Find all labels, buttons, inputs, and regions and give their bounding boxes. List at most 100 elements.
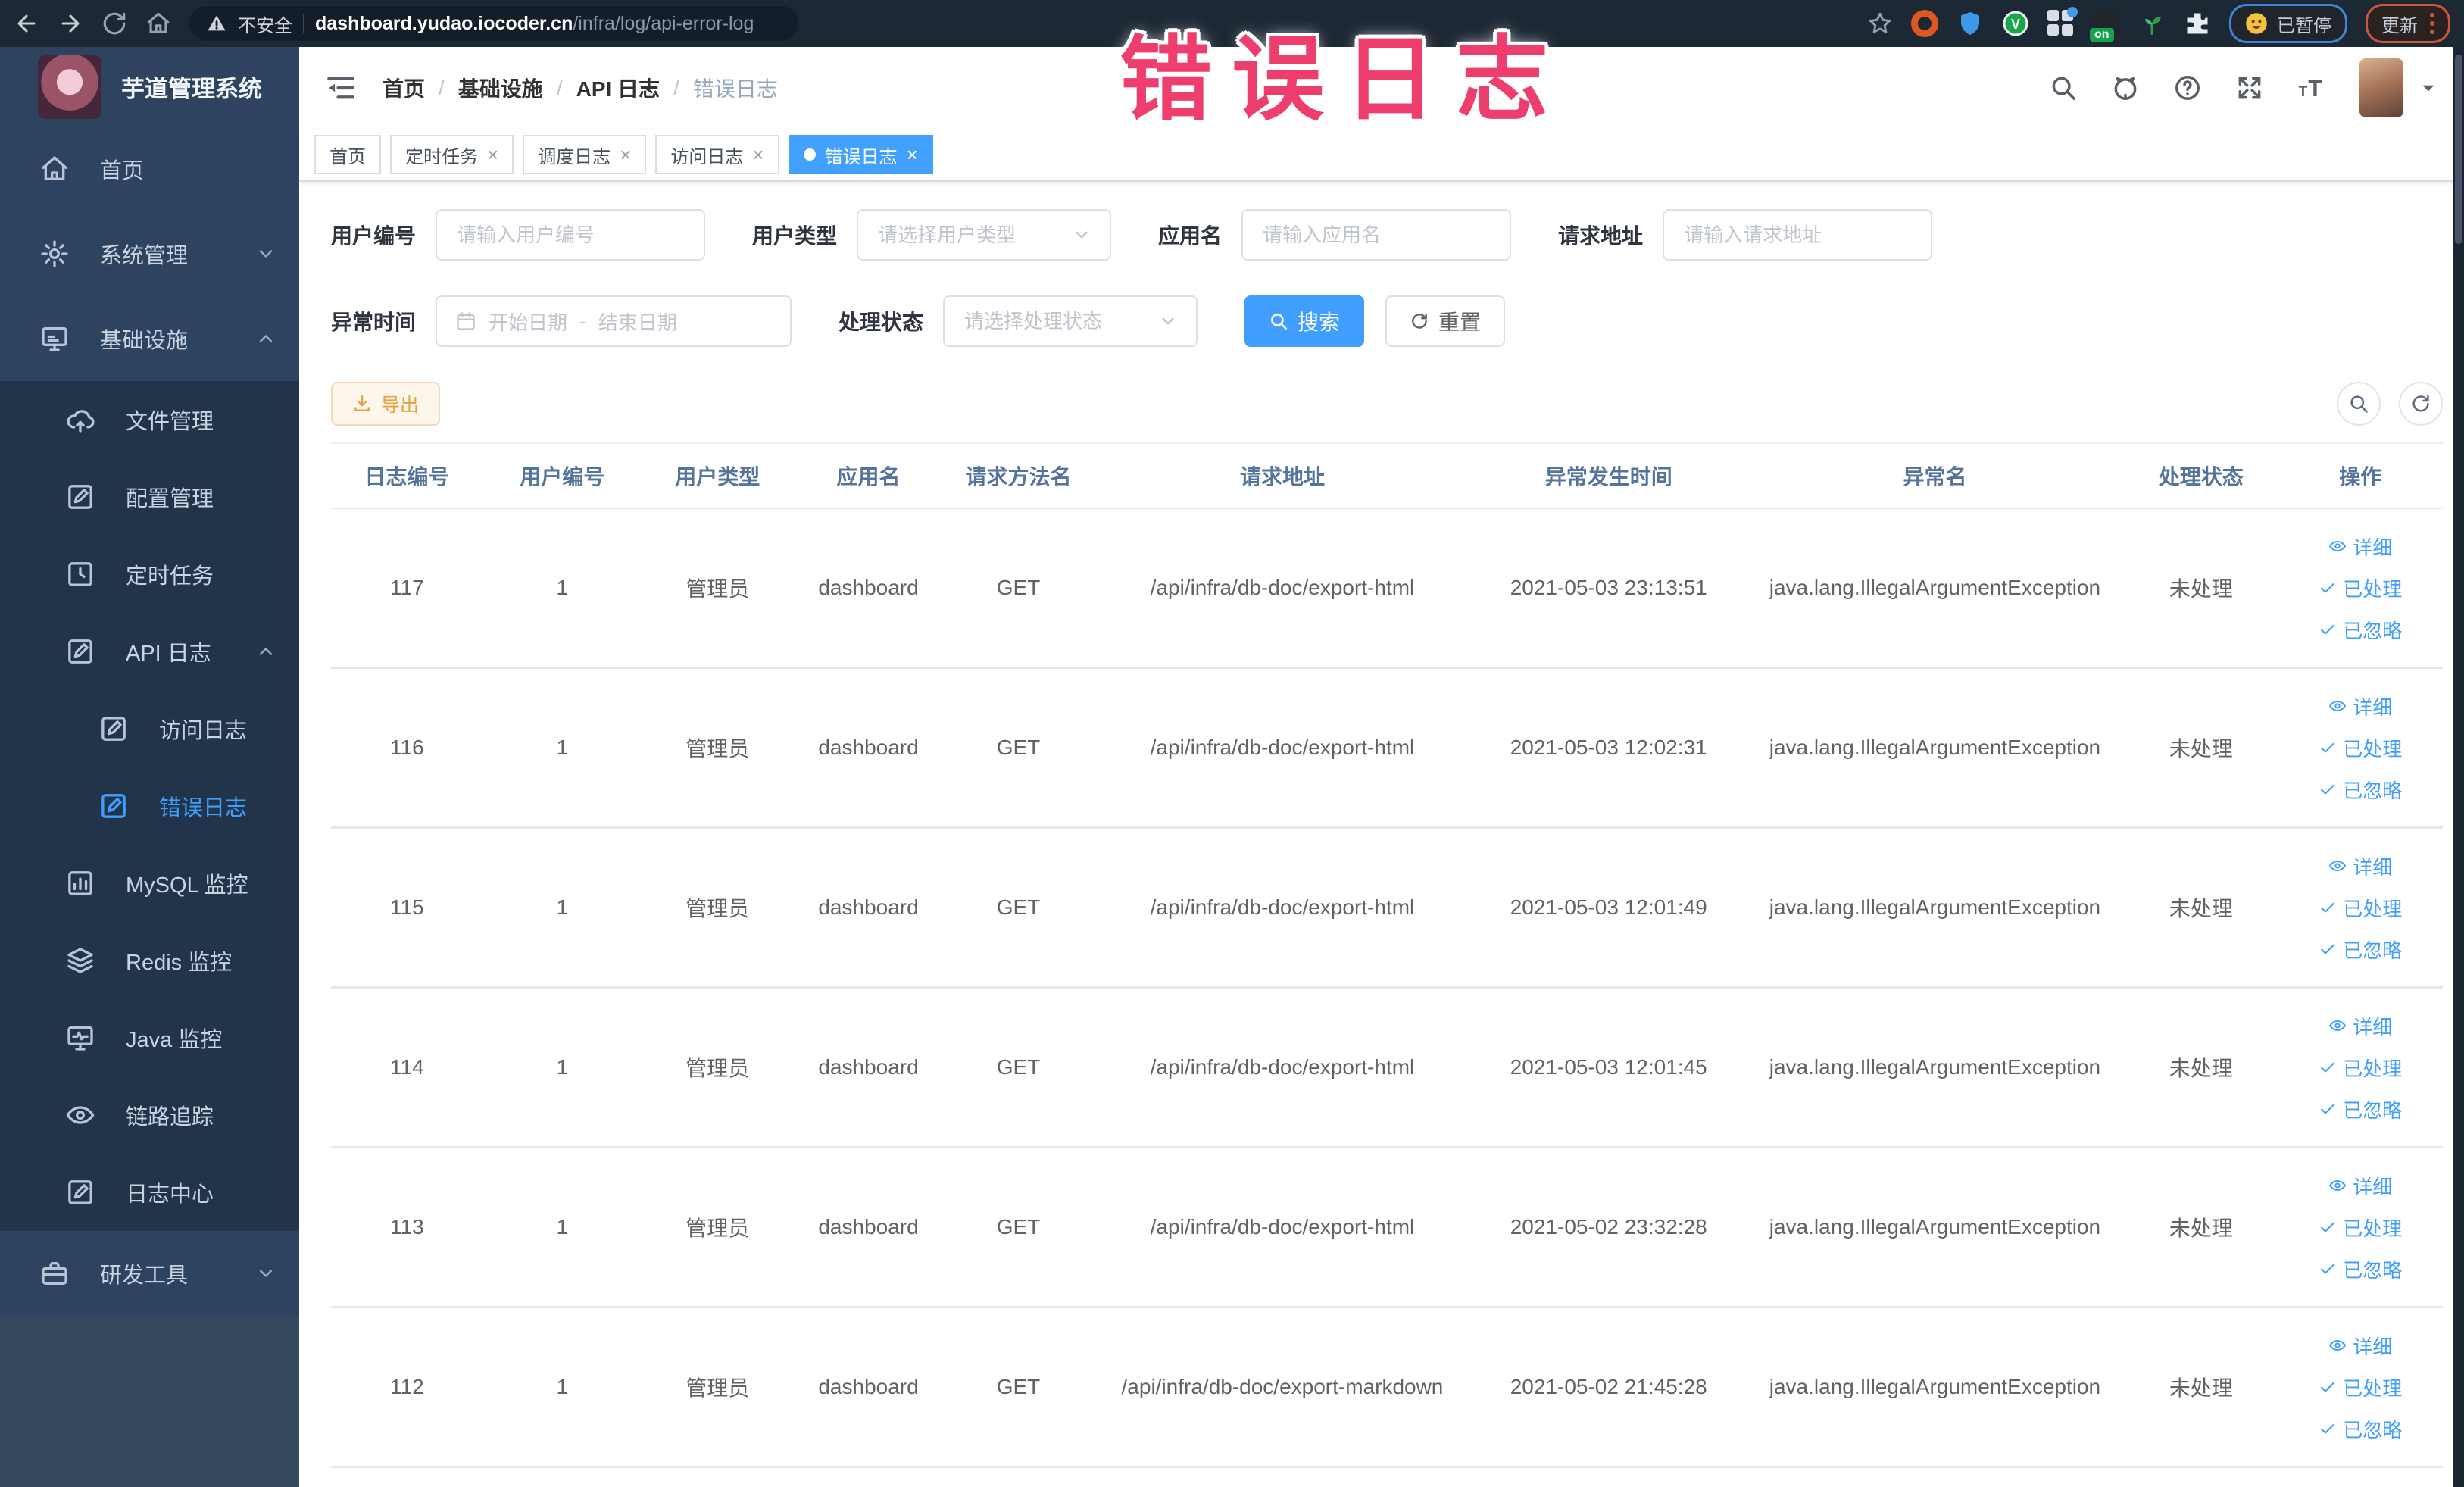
caret-down-icon[interactable]	[2419, 78, 2438, 98]
close-icon[interactable]: ×	[752, 145, 764, 164]
mark-ignored-link[interactable]: 已忽略	[2319, 936, 2402, 964]
tab-schedule-log[interactable]: 调度日志 ×	[523, 135, 647, 174]
profile-paused-badge[interactable]: 已暂停	[2229, 4, 2347, 43]
sidebar-item-java-monitor[interactable]: Java 监控	[0, 999, 299, 1076]
sidebar-item-file-management[interactable]: 文件管理	[0, 381, 299, 458]
browser-forward-icon[interactable]	[58, 11, 83, 36]
cell-user-type: 管理员	[641, 827, 794, 989]
col-status: 处理状态	[2123, 442, 2278, 509]
close-icon[interactable]: ×	[620, 145, 631, 164]
sidebar-item-label: 链路追踪	[126, 1105, 214, 1129]
mark-ignored-link[interactable]: 已忽略	[2319, 1255, 2402, 1283]
sidebar-item-infrastructure[interactable]: 基础设施	[0, 296, 299, 381]
mark-processed-link[interactable]: 已处理	[2319, 734, 2402, 762]
detail-link[interactable]: 详细	[2328, 1012, 2392, 1040]
tab-scheduled-jobs[interactable]: 定时任务 ×	[390, 135, 514, 174]
search-button[interactable]: 搜索	[1244, 295, 1365, 347]
browser-back-icon[interactable]	[14, 11, 39, 36]
user-avatar[interactable]	[2359, 58, 2403, 117]
breadcrumb-api-log[interactable]: API 日志	[576, 73, 660, 103]
breadcrumb-home[interactable]: 首页	[383, 73, 425, 103]
sidebar-item-mysql-monitor[interactable]: MySQL 监控	[0, 845, 299, 922]
cell-exception-name: java.lang.IllegalArgumentException	[1745, 508, 2124, 669]
user-id-input[interactable]	[455, 222, 686, 248]
request-url-input[interactable]	[1682, 222, 1913, 248]
help-icon[interactable]	[2173, 73, 2202, 102]
tab-access-log[interactable]: 访问日志 ×	[655, 135, 779, 174]
user-type-select[interactable]	[857, 209, 1112, 261]
navbar: 首页 / 基础设施 / API 日志 / 错误日志 TT	[299, 47, 2464, 129]
page-content: 用户编号 用户类型 应用名	[299, 182, 2464, 1487]
mark-processed-link[interactable]: 已处理	[2319, 1054, 2402, 1082]
tab-error-log[interactable]: 错误日志 ×	[788, 135, 933, 174]
fullscreen-icon[interactable]	[2235, 73, 2264, 102]
sidebar-item-redis-monitor[interactable]: Redis 监控	[0, 922, 299, 999]
sidebar-item-system-management[interactable]: 系统管理	[0, 211, 299, 296]
cell-user-type: 管理员	[641, 667, 794, 829]
cell-user-id: 1	[482, 987, 642, 1148]
app-name-input[interactable]	[1261, 222, 1492, 248]
close-icon[interactable]: ×	[907, 145, 918, 164]
scrollbar-thumb[interactable]	[2455, 55, 2462, 244]
mark-ignored-link[interactable]: 已忽略	[2319, 616, 2402, 644]
extension-icon-grid[interactable]	[2047, 7, 2078, 37]
check-icon	[2319, 739, 2337, 757]
sidebar-item-home[interactable]: 首页	[0, 127, 299, 211]
date-range-picker[interactable]: 开始日期 - 结束日期	[436, 295, 792, 347]
mark-processed-link[interactable]: 已处理	[2319, 894, 2402, 922]
sidebar-item-scheduled-jobs[interactable]: 定时任务	[0, 536, 299, 613]
sidebar-item-api-log[interactable]: API 日志	[0, 613, 299, 690]
sidebar-item-dev-tools[interactable]: 研发工具	[0, 1231, 299, 1316]
sidebar-item-access-log[interactable]: 访问日志	[0, 690, 299, 767]
mark-ignored-link[interactable]: 已忽略	[2319, 776, 2402, 804]
process-status-select-input[interactable]	[963, 308, 1159, 334]
job-icon	[65, 559, 95, 589]
address-bar[interactable]: 不安全 dashboard.yudao.iocoder.cn/infra/log…	[189, 6, 798, 41]
sidebar-item-log-center[interactable]: 日志中心	[0, 1154, 299, 1231]
cell-log-id: 116	[331, 667, 483, 829]
bookmark-star-icon[interactable]	[1867, 11, 1893, 36]
sidebar-item-trace[interactable]: 链路追踪	[0, 1076, 299, 1154]
request-url-input-wrap	[1663, 209, 1933, 261]
mark-processed-link[interactable]: 已处理	[2319, 1373, 2402, 1401]
browser-home-icon[interactable]	[145, 11, 171, 36]
col-exception-name: 异常名	[1745, 442, 2124, 509]
extension-icon-sprout[interactable]	[2138, 10, 2166, 37]
close-icon[interactable]: ×	[487, 145, 498, 164]
font-size-icon[interactable]: TT	[2297, 73, 2326, 102]
breadcrumb-infrastructure[interactable]: 基础设施	[458, 73, 543, 103]
github-icon[interactable]	[2111, 73, 2140, 102]
toggle-search-button[interactable]	[2337, 382, 2381, 426]
mark-processed-link[interactable]: 已处理	[2319, 1214, 2402, 1242]
detail-link[interactable]: 详细	[2328, 1172, 2392, 1200]
mark-processed-link[interactable]: 已处理	[2319, 574, 2402, 602]
cell-app-name: dashboard	[793, 1147, 944, 1308]
detail-link[interactable]: 详细	[2328, 1332, 2392, 1360]
page-scrollbar[interactable]	[2453, 47, 2464, 1487]
mark-ignored-link[interactable]: 已忽略	[2319, 1095, 2402, 1123]
sidebar-toggle-icon[interactable]	[325, 72, 357, 104]
sidebar-item-config-management[interactable]: 配置管理	[0, 458, 299, 536]
browser-update-badge[interactable]: 更新	[2366, 4, 2450, 43]
extension-icon-shield[interactable]	[1957, 10, 1984, 37]
detail-link[interactable]: 详细	[2328, 533, 2392, 561]
mark-ignored-link[interactable]: 已忽略	[2319, 1415, 2402, 1443]
extension-icon-on-toggle[interactable]: on	[2090, 10, 2120, 42]
refresh-table-button[interactable]	[2399, 382, 2443, 426]
sidebar-item-error-log[interactable]: 错误日志	[0, 767, 299, 845]
user-type-select-input[interactable]	[876, 222, 1073, 248]
detail-link[interactable]: 详细	[2328, 852, 2392, 880]
tab-home[interactable]: 首页	[314, 135, 381, 174]
search-icon[interactable]	[2049, 73, 2078, 102]
reset-button[interactable]: 重置	[1385, 295, 1506, 347]
eye-icon	[2328, 857, 2347, 875]
extension-icon-puzzle[interactable]	[2184, 10, 2211, 37]
extension-icon-green-v[interactable]: V	[2002, 10, 2029, 37]
detail-link[interactable]: 详细	[2328, 692, 2392, 720]
sidebar-item-label: Redis 监控	[126, 951, 233, 975]
extension-icon-orange[interactable]	[1911, 10, 1938, 37]
export-button[interactable]: 导出	[331, 382, 441, 426]
process-status-select[interactable]	[943, 295, 1198, 347]
browser-reload-icon[interactable]	[101, 11, 127, 36]
cell-method: GET	[943, 508, 1094, 669]
